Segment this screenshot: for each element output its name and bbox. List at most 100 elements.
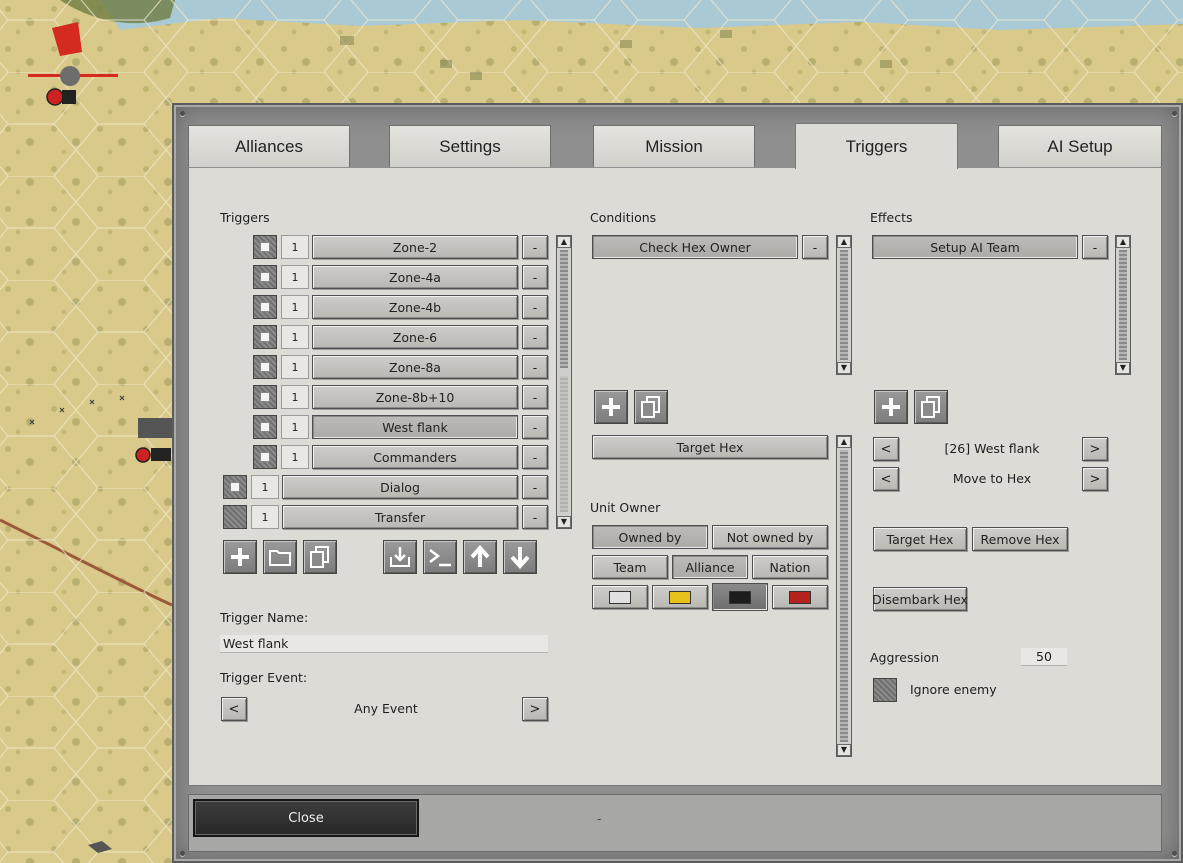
ignore-enemy-label: Ignore enemy — [910, 682, 997, 697]
trigger-item-selected[interactable]: West flank — [312, 415, 518, 439]
owner-black-button[interactable] — [712, 583, 768, 611]
trigger-enable-checkbox[interactable] — [253, 325, 277, 349]
copy-trigger-button[interactable] — [303, 540, 337, 574]
copy-icon — [310, 546, 329, 568]
close-button[interactable]: Close — [193, 799, 419, 837]
aggression-input[interactable]: 50 — [1021, 648, 1067, 666]
tab-alliances[interactable]: Alliances — [188, 125, 350, 167]
add-effect-button[interactable] — [874, 390, 908, 424]
copy-effect-button[interactable] — [914, 390, 948, 424]
trigger-item[interactable]: Zone-6 — [312, 325, 518, 349]
trigger-item[interactable]: Zone-8a — [312, 355, 518, 379]
folder-button[interactable] — [263, 540, 297, 574]
trigger-enable-checkbox[interactable] — [223, 505, 247, 529]
remove-trigger-button[interactable]: - — [522, 385, 548, 409]
trigger-item[interactable]: Zone-8b+10 — [312, 385, 518, 409]
move-up-button[interactable] — [463, 540, 497, 574]
nation-toggle[interactable]: Nation — [752, 555, 828, 579]
scroll-down-arrow[interactable]: ▼ — [837, 362, 851, 374]
move-down-button[interactable] — [503, 540, 537, 574]
tab-ai-setup[interactable]: AI Setup — [998, 125, 1162, 167]
trigger-enable-checkbox[interactable] — [253, 445, 277, 469]
conditions-scrollbar[interactable]: ▲ ▼ — [836, 235, 852, 375]
scroll-down-arrow[interactable]: ▼ — [557, 516, 571, 528]
effect-target-hex-button[interactable]: Target Hex — [873, 527, 967, 551]
copy-condition-button[interactable] — [634, 390, 668, 424]
trigger-enable-checkbox[interactable] — [253, 385, 277, 409]
scroll-up-arrow[interactable]: ▲ — [1116, 236, 1130, 248]
copy-icon — [921, 396, 940, 418]
scroll-thumb[interactable] — [840, 250, 848, 360]
move-up-icon — [470, 545, 490, 567]
scroll-thumb[interactable] — [840, 450, 848, 742]
effect-order-prev-button[interactable]: < — [873, 467, 899, 491]
ignore-enemy-checkbox[interactable] — [873, 678, 897, 702]
trigger-enable-checkbox[interactable] — [253, 415, 277, 439]
remove-trigger-button[interactable]: - — [522, 445, 548, 469]
trigger-enable-checkbox[interactable] — [253, 355, 277, 379]
trigger-enable-checkbox[interactable] — [253, 235, 277, 259]
remove-trigger-button[interactable]: - — [522, 235, 548, 259]
alliance-toggle[interactable]: Alliance — [672, 555, 748, 579]
team-toggle[interactable]: Team — [592, 555, 668, 579]
trigger-enable-checkbox[interactable] — [253, 265, 277, 289]
remove-trigger-button[interactable]: - — [522, 355, 548, 379]
effect-team-prev-button[interactable]: < — [873, 437, 899, 461]
remove-trigger-button[interactable]: - — [522, 475, 548, 499]
black-swatch — [729, 590, 751, 604]
owner-yellow-button[interactable] — [652, 585, 708, 609]
effect-item[interactable]: Setup AI Team — [872, 235, 1078, 259]
scroll-up-arrow[interactable]: ▲ — [837, 236, 851, 248]
scroll-up-arrow[interactable]: ▲ — [837, 436, 851, 448]
tab-triggers[interactable]: Triggers — [795, 123, 958, 169]
scroll-thumb[interactable] — [1119, 250, 1127, 360]
effect-order-next-button[interactable]: > — [1082, 467, 1108, 491]
trigger-enable-checkbox[interactable] — [223, 475, 247, 499]
trigger-enable-checkbox[interactable] — [253, 295, 277, 319]
tab-mission[interactable]: Mission — [593, 125, 755, 167]
trigger-item[interactable]: Dialog — [282, 475, 518, 499]
owner-red-button[interactable] — [772, 585, 828, 609]
add-trigger-button[interactable] — [223, 540, 257, 574]
remove-trigger-button[interactable]: - — [522, 505, 548, 529]
owner-white-button[interactable] — [592, 585, 648, 609]
condition-item[interactable]: Check Hex Owner — [592, 235, 798, 259]
disembark-hex-button[interactable]: Disembark Hex — [872, 587, 968, 611]
effects-heading: Effects — [870, 210, 913, 225]
remove-trigger-button[interactable]: - — [522, 295, 548, 319]
tab-settings[interactable]: Settings — [389, 125, 551, 167]
trigger-name-input[interactable]: West flank — [220, 635, 548, 653]
condition-target-hex-button[interactable]: Target Hex — [592, 435, 828, 459]
condition-params-scrollbar[interactable]: ▲ ▼ — [836, 435, 852, 757]
scroll-up-arrow[interactable]: ▲ — [557, 236, 571, 248]
trigger-item[interactable]: Zone-4a — [312, 265, 518, 289]
trigger-event-next-button[interactable]: > — [522, 697, 548, 721]
remove-trigger-button[interactable]: - — [522, 415, 548, 439]
trigger-item[interactable]: Commanders — [312, 445, 518, 469]
effect-team-next-button[interactable]: > — [1082, 437, 1108, 461]
scroll-down-arrow[interactable]: ▼ — [837, 744, 851, 756]
remove-trigger-button[interactable]: - — [522, 265, 548, 289]
remove-hex-button[interactable]: Remove Hex — [972, 527, 1068, 551]
console-button[interactable] — [423, 540, 457, 574]
trigger-item[interactable]: Transfer — [282, 505, 518, 529]
triggers-scrollbar[interactable]: ▲ ▼ — [556, 235, 572, 529]
trigger-item[interactable]: Zone-4b — [312, 295, 518, 319]
remove-effect-button[interactable]: - — [1082, 235, 1108, 259]
scroll-track[interactable] — [560, 376, 568, 512]
scroll-down-arrow[interactable]: ▼ — [1116, 362, 1130, 374]
add-condition-button[interactable] — [594, 390, 628, 424]
trigger-count: 1 — [281, 295, 309, 319]
scroll-thumb[interactable] — [560, 250, 568, 368]
remove-trigger-button[interactable]: - — [522, 325, 548, 349]
trigger-event-prev-button[interactable]: < — [221, 697, 247, 721]
import-button[interactable] — [383, 540, 417, 574]
not-owned-by-toggle[interactable]: Not owned by — [712, 525, 828, 549]
effects-scrollbar[interactable]: ▲ ▼ — [1115, 235, 1131, 375]
trigger-item[interactable]: Zone-2 — [312, 235, 518, 259]
checkbox-tick — [260, 302, 270, 312]
trigger-name-label: Trigger Name: — [220, 610, 309, 625]
rivet — [1172, 111, 1177, 116]
remove-condition-button[interactable]: - — [802, 235, 828, 259]
owned-by-toggle[interactable]: Owned by — [592, 525, 708, 549]
